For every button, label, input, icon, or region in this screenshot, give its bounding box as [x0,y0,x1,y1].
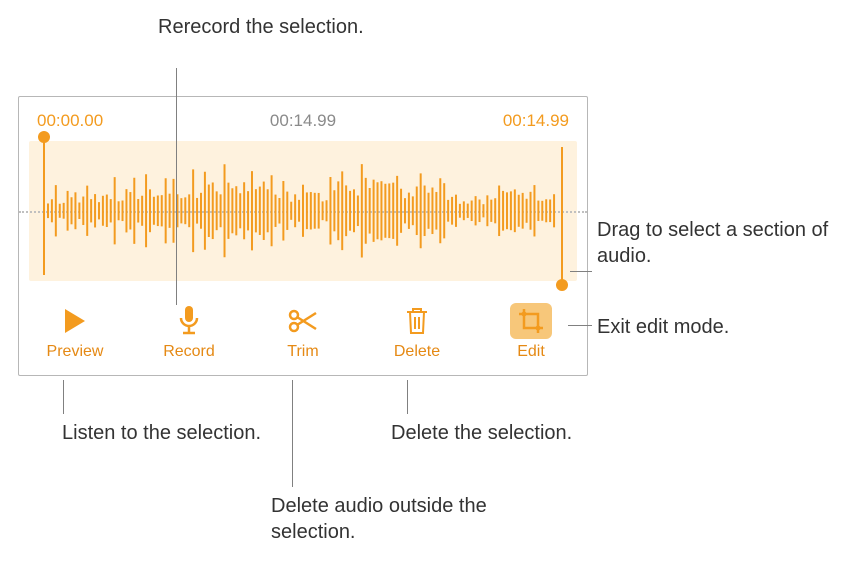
waveform-icon [44,153,562,269]
edit-button[interactable]: Edit [489,303,573,361]
timecode-bar: 00:00.00 00:14.99 00:14.99 [19,97,587,133]
preview-button[interactable]: Preview [33,303,117,361]
record-label: Record [163,343,215,361]
record-button[interactable]: Record [147,303,231,361]
trash-icon [395,303,439,339]
scissors-icon [281,303,325,339]
callout-rerecord: Rerecord the selection. [158,14,378,40]
preview-label: Preview [47,343,104,361]
callout-trim: Delete audio outside the selection. [271,493,521,545]
timecode-playhead: 00:14.99 [270,111,336,131]
selection-handle-left-dot[interactable] [38,131,50,143]
leader-line [292,380,293,487]
timecode-start: 00:00.00 [37,111,103,131]
trim-label: Trim [287,343,318,361]
selection-handle-left[interactable] [43,137,45,275]
edit-toolbar: Preview Record [19,291,587,375]
selection-handle-right[interactable] [561,147,563,285]
timecode-end: 00:14.99 [503,111,569,131]
callout-exit-edit: Exit edit mode. [597,314,817,340]
selection-handle-right-dot[interactable] [556,279,568,291]
callout-delete: Delete the selection. [391,420,611,446]
waveform-selection-region[interactable] [29,141,577,281]
leader-line [570,271,592,272]
leader-line [63,380,64,414]
callout-drag-select: Drag to select a section of audio. [597,217,847,269]
play-icon [53,303,97,339]
microphone-icon [167,303,211,339]
leader-line [176,68,177,305]
delete-label: Delete [394,343,440,361]
leader-line [568,325,592,326]
edit-label: Edit [517,343,545,361]
leader-line [407,380,408,414]
crop-icon [510,303,552,339]
trim-button[interactable]: Trim [261,303,345,361]
audio-editor-panel: 00:00.00 00:14.99 00:14.99 Preview [18,96,588,376]
delete-button[interactable]: Delete [375,303,459,361]
callout-listen: Listen to the selection. [62,420,282,446]
